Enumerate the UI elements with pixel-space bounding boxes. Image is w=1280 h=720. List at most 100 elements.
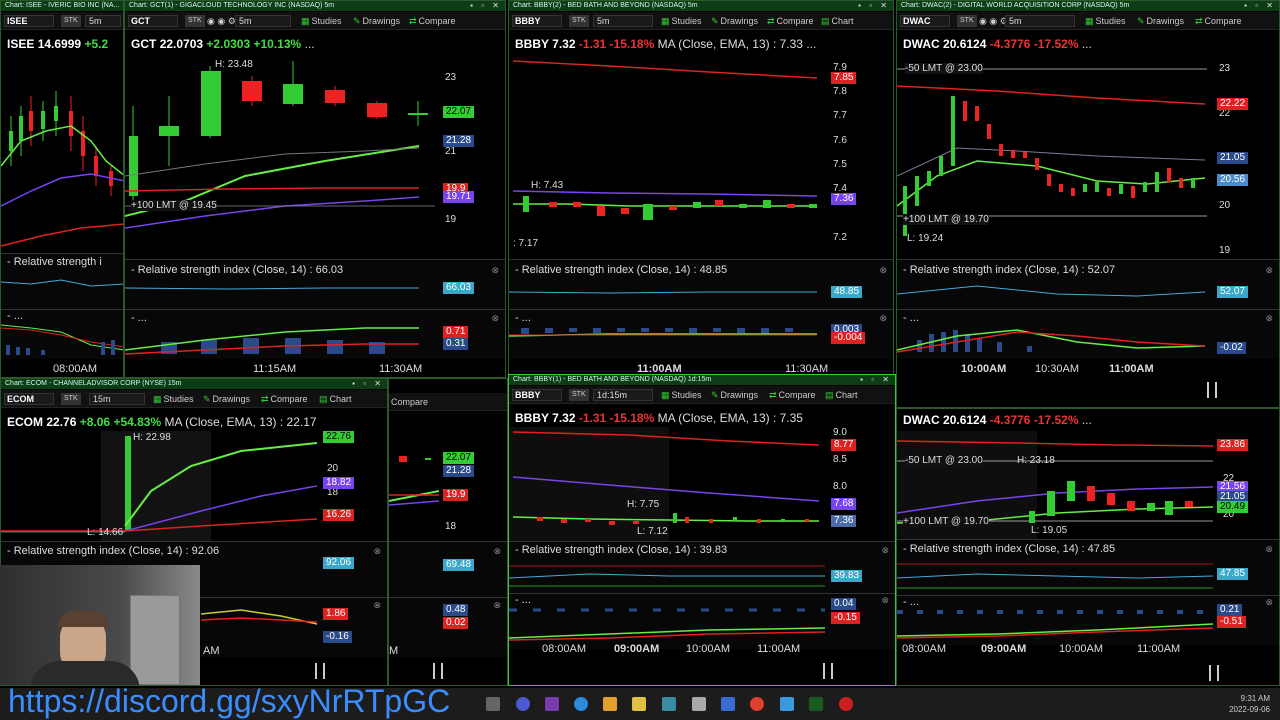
studies-button[interactable]: ▦ Studies: [153, 393, 194, 405]
chart-window-dwac-bottom[interactable]: DWAC 20.6124 -4.3776 -17.52% ... -50 LMT…: [896, 408, 1280, 686]
scroll-handle[interactable]: [1207, 382, 1217, 398]
symbol-input[interactable]: GCT: [128, 15, 178, 27]
close-icon[interactable]: ⊗: [879, 313, 887, 324]
close-icon[interactable]: ⊗: [1265, 265, 1273, 276]
playback-icons[interactable]: ◉ ◉ ⚙: [207, 15, 236, 27]
playback-icons[interactable]: ◉ ◉ ⚙: [979, 15, 1008, 27]
close-icon[interactable]: ⊗: [373, 600, 381, 611]
windows-start-icon[interactable]: [486, 697, 500, 711]
app-icon[interactable]: [839, 697, 853, 711]
sell-order-label[interactable]: -50 LMT @ 23.00: [905, 455, 983, 466]
close-icon[interactable]: ⊗: [879, 265, 887, 276]
timeframe-select[interactable]: 15m: [89, 393, 145, 405]
rsi-panel[interactable]: - Relative strength index (Close, 14) : …: [509, 541, 895, 593]
compare-button[interactable]: ⇄ Compare: [1195, 15, 1242, 27]
close-icon[interactable]: ⊗: [1265, 597, 1273, 608]
security-type[interactable]: STK: [61, 15, 81, 27]
macd-panel[interactable]: - ... ⊗ 0.21 -0.51: [897, 595, 1279, 645]
price-chart[interactable]: [125, 56, 435, 251]
security-type[interactable]: STK: [957, 15, 977, 27]
chart-window-dwac-5m[interactable]: Chart: DWAC(2) - DIGITAL WORLD ACQUISITI…: [896, 0, 1280, 408]
chart-button[interactable]: ▤ Chart: [821, 15, 854, 27]
buy-order-label[interactable]: +100 LMT @ 19.70: [903, 214, 989, 225]
edge-icon[interactable]: [574, 697, 588, 711]
drawings-button[interactable]: ✎ Drawings: [1137, 15, 1184, 27]
scroll-handle[interactable]: [315, 663, 325, 679]
price-chart[interactable]: [1, 56, 124, 251]
scroll-handle[interactable]: [433, 663, 443, 679]
app-icon[interactable]: [603, 697, 617, 711]
price-chart[interactable]: [389, 431, 439, 541]
chrome-icon[interactable]: [750, 697, 764, 711]
chart-button[interactable]: ▤ Chart: [825, 389, 858, 401]
discord-icon[interactable]: [516, 697, 530, 711]
rsi-panel[interactable]: - Relative strength index (Close, 14) : …: [509, 259, 893, 309]
drawings-button[interactable]: ✎ Drawings: [711, 389, 758, 401]
drawings-button[interactable]: ✎ Drawings: [353, 15, 400, 27]
close-icon[interactable]: ⊗: [1265, 313, 1273, 324]
compare-button[interactable]: ⇄ Compare: [767, 15, 814, 27]
chart-window-isee[interactable]: Chart: ISEE - IVERIC BIO INC (NA... ISEE…: [0, 0, 124, 378]
macd-panel[interactable]: - ... ⊗ 0.04 -0.15: [509, 593, 895, 649]
window-controls[interactable]: ▪ ▫ ✕: [858, 1, 890, 11]
close-icon[interactable]: ⊗: [881, 545, 889, 556]
security-type[interactable]: STK: [185, 15, 205, 27]
macd-panel[interactable]: - ... ⊗ -0.02: [897, 309, 1279, 359]
timeframe-select[interactable]: 5m: [85, 15, 121, 27]
studies-button[interactable]: ▦ Studies: [661, 389, 702, 401]
system-clock[interactable]: 9:31 AM 2022-09-06: [1229, 693, 1270, 715]
price-chart[interactable]: [509, 56, 825, 251]
timeframe-select[interactable]: 1d:15m: [593, 389, 653, 401]
macd-panel[interactable]: - ... ⊗ 0.71 0.31: [125, 309, 505, 359]
folder-icon[interactable]: [632, 697, 646, 711]
obs-icon[interactable]: [545, 697, 559, 711]
price-chart[interactable]: [1, 431, 317, 541]
studies-button[interactable]: ▦ Studies: [661, 15, 702, 27]
timeframe-select[interactable]: 5m: [235, 15, 291, 27]
scroll-handle[interactable]: [823, 663, 833, 679]
close-icon[interactable]: ⊗: [1265, 544, 1273, 555]
compare-button[interactable]: ⇄ Compare: [261, 393, 308, 405]
macd-panel[interactable]: ⊗ 0.48 0.02: [389, 597, 507, 657]
timeframe-select[interactable]: 5m: [1005, 15, 1075, 27]
rsi-panel[interactable]: - Relative strength index (Close, 14) : …: [897, 539, 1279, 595]
symbol-input[interactable]: DWAC: [900, 15, 950, 27]
calculator-icon[interactable]: [721, 697, 735, 711]
close-icon[interactable]: ⊗: [493, 600, 501, 611]
close-icon[interactable]: ⊗: [491, 313, 499, 324]
rsi-panel[interactable]: - Relative strength index (Close, 14) : …: [897, 259, 1279, 309]
sell-order-label[interactable]: -50 LMT @ 23.00: [905, 63, 983, 74]
chart-window-gct-partial[interactable]: Compare 22.07 21.28 19.9 18 ⊗ 69.48 ⊗ 0.…: [388, 378, 508, 686]
studies-button[interactable]: ▦ Studies: [1085, 15, 1126, 27]
app-icon[interactable]: [780, 697, 794, 711]
trading-platform-icon[interactable]: [809, 697, 823, 711]
rsi-panel[interactable]: - Relative strength index (Close, 14) : …: [125, 259, 505, 309]
symbol-input[interactable]: ISEE: [4, 15, 54, 27]
app-icon[interactable]: [692, 697, 706, 711]
chart-button[interactable]: ▤ Chart: [319, 393, 352, 405]
rsi-panel[interactable]: - Relative strength i: [1, 253, 123, 309]
drawings-button[interactable]: ✎ Drawings: [711, 15, 758, 27]
security-type[interactable]: STK: [569, 389, 589, 401]
window-controls[interactable]: ▪ ▫ ✕: [860, 375, 892, 385]
rsi-panel[interactable]: ⊗ 69.48: [389, 541, 507, 597]
scroll-handle[interactable]: [1209, 665, 1219, 681]
close-icon[interactable]: ⊗: [373, 546, 381, 557]
close-icon[interactable]: ⊗: [491, 265, 499, 276]
security-type[interactable]: STK: [569, 15, 589, 27]
studies-button[interactable]: ▦ Studies: [301, 15, 342, 27]
chart-window-gct[interactable]: Chart: GCT(1) - GIGACLOUD TECHNOLOGY INC…: [124, 0, 506, 378]
chart-window-bbby-15m[interactable]: Chart: BBBY(1) - BED BATH AND BEYOND (NA…: [508, 374, 896, 686]
macd-panel[interactable]: - ... ⊗ 0.003 -0.004: [509, 309, 893, 359]
close-icon[interactable]: ⊗: [493, 546, 501, 557]
price-chart[interactable]: [509, 427, 825, 541]
timeframe-select[interactable]: 5m: [593, 15, 653, 27]
symbol-input[interactable]: BBBY: [512, 389, 562, 401]
app-icon[interactable]: [662, 697, 676, 711]
window-controls[interactable]: ▪ ▫ ✕: [352, 379, 384, 389]
window-controls[interactable]: ▪ ▫ ✕: [1244, 1, 1276, 11]
window-controls[interactable]: ▪ ▫ ✕: [470, 1, 502, 11]
symbol-input[interactable]: ECOM: [4, 393, 54, 405]
close-icon[interactable]: ⊗: [881, 595, 889, 606]
order-line-label[interactable]: +100 LMT @ 19.45: [131, 200, 217, 211]
